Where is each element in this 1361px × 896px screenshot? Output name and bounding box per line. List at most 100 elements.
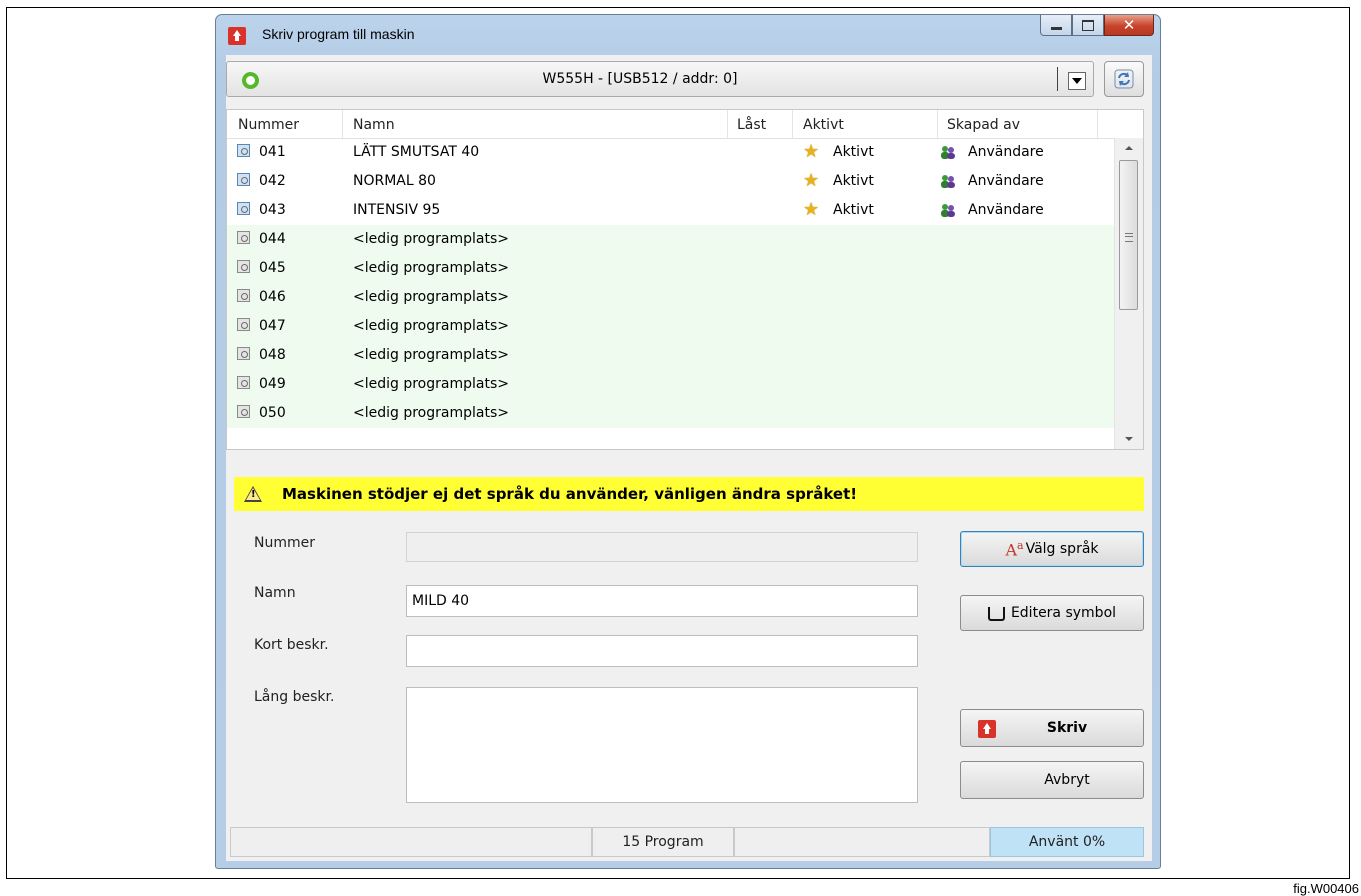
cancel-button[interactable]: Avbryt <box>960 761 1144 799</box>
long-description-label: Lång beskr. <box>254 689 335 705</box>
program-list: Nummer Namn Låst Aktivt Skapad av 041 LÄT… <box>226 109 1144 450</box>
refresh-button[interactable] <box>1104 61 1144 97</box>
write-button[interactable]: Skriv <box>960 709 1144 747</box>
minimize-icon <box>1050 26 1062 30</box>
program-icon <box>237 289 250 302</box>
program-number: 043 <box>259 202 286 218</box>
close-icon: ✕ <box>1122 16 1136 34</box>
window-controls: ✕ <box>1040 15 1154 37</box>
program-name: NORMAL 80 <box>353 173 436 189</box>
star-icon: ★ <box>803 199 820 220</box>
column-header-number[interactable]: Nummer <box>238 117 299 133</box>
status-bar: 15 Program Använt 0% <box>230 827 1144 857</box>
column-header-locked[interactable]: Låst <box>737 117 766 133</box>
figure-label: fig.W00406 <box>1293 881 1359 896</box>
program-number: 049 <box>259 376 286 392</box>
memory-used: Använt 0% <box>990 827 1144 857</box>
program-name: INTENSIV 95 <box>353 202 441 218</box>
chevron-down-icon[interactable] <box>1068 72 1086 90</box>
maximize-button[interactable] <box>1072 15 1104 36</box>
name-field[interactable] <box>406 585 918 617</box>
column-header-active[interactable]: Aktivt <box>803 117 844 133</box>
long-description-field[interactable] <box>406 687 918 803</box>
table-row[interactable]: 043 INTENSIV 95 ★ Aktivt Användare <box>227 196 1115 225</box>
warning-icon <box>244 486 262 502</box>
maximize-icon <box>1082 19 1094 31</box>
edit-symbol-label: Editera symbol <box>1010 605 1117 621</box>
list-scrollbar[interactable] <box>1114 138 1143 449</box>
table-row[interactable]: 049 <ledig programplats> <box>227 370 1115 399</box>
program-active: Aktivt <box>833 173 874 189</box>
program-name: <ledig programplats> <box>353 405 509 421</box>
dialog-content: W555H - [USB512 / addr: 0] Nummer Namn L… <box>226 55 1152 861</box>
program-active: Aktivt <box>833 144 874 160</box>
program-icon <box>237 376 250 389</box>
column-header-created-by[interactable]: Skapad av <box>947 117 1020 133</box>
cancel-label: Avbryt <box>1044 772 1090 788</box>
program-icon <box>237 202 250 215</box>
table-row[interactable]: 044 <ledig programplats> <box>227 225 1115 254</box>
table-row[interactable]: 047 <ledig programplats> <box>227 312 1115 341</box>
program-name: LÄTT SMUTSAT 40 <box>353 144 480 160</box>
write-label: Skriv <box>1046 720 1088 736</box>
program-icon <box>237 318 250 331</box>
close-button[interactable]: ✕ <box>1104 15 1154 36</box>
program-name: <ledig programplats> <box>353 289 509 305</box>
table-row[interactable]: 045 <ledig programplats> <box>227 254 1115 283</box>
program-icon <box>237 144 250 157</box>
scroll-thumb[interactable] <box>1119 160 1138 310</box>
column-divider <box>727 110 728 138</box>
program-created-by: Användare <box>968 202 1044 218</box>
column-divider <box>1097 110 1098 138</box>
machine-select[interactable]: W555H - [USB512 / addr: 0] <box>226 61 1094 97</box>
column-header-name[interactable]: Namn <box>353 117 395 133</box>
program-number: 047 <box>259 318 286 334</box>
scroll-up-icon[interactable] <box>1115 138 1143 158</box>
program-icon <box>237 405 250 418</box>
status-panel-empty <box>230 827 592 857</box>
name-label: Namn <box>254 585 296 601</box>
program-name: <ledig programplats> <box>353 347 509 363</box>
table-row[interactable]: 041 LÄTT SMUTSAT 40 ★ Aktivt Användare <box>227 138 1115 167</box>
star-icon: ★ <box>803 141 820 162</box>
language-warning-banner: Maskinen stödjer ej det språk du använde… <box>234 477 1144 511</box>
column-divider <box>937 110 938 138</box>
choose-language-button[interactable]: Aa Välg språk <box>960 531 1144 567</box>
table-row[interactable]: 050 <ledig programplats> <box>227 399 1115 428</box>
symbol-icon <box>987 607 1005 621</box>
window-title: Skriv program till maskin <box>262 26 415 42</box>
program-icon <box>237 347 250 360</box>
refresh-icon <box>1114 69 1134 89</box>
machine-select-value: W555H - [USB512 / addr: 0] <box>542 71 738 87</box>
program-name: <ledig programplats> <box>353 318 509 334</box>
program-name: <ledig programplats> <box>353 376 509 392</box>
upload-icon <box>978 720 996 738</box>
column-divider <box>342 110 343 138</box>
users-icon <box>941 204 955 217</box>
program-icon <box>237 260 250 273</box>
minimize-button[interactable] <box>1040 15 1072 36</box>
program-number: 041 <box>259 144 286 160</box>
grip-icon <box>1125 233 1133 242</box>
program-number: 044 <box>259 231 286 247</box>
column-divider <box>792 110 793 138</box>
program-created-by: Användare <box>968 173 1044 189</box>
program-number: 045 <box>259 260 286 276</box>
short-description-field[interactable] <box>406 635 918 667</box>
program-name: <ledig programplats> <box>353 260 509 276</box>
dialog-window: Skriv program till maskin ✕ W555H - [USB… <box>215 14 1161 869</box>
table-row[interactable]: 046 <ledig programplats> <box>227 283 1115 312</box>
program-created-by: Användare <box>968 144 1044 160</box>
list-header: Nummer Namn Låst Aktivt Skapad av <box>227 110 1143 139</box>
table-row[interactable]: 042 NORMAL 80 ★ Aktivt Användare <box>227 167 1115 196</box>
title-bar[interactable]: Skriv program till maskin ✕ <box>216 15 1160 55</box>
scroll-down-icon[interactable] <box>1115 429 1143 449</box>
edit-symbol-button[interactable]: Editera symbol <box>960 595 1144 631</box>
list-rows: 041 LÄTT SMUTSAT 40 ★ Aktivt Användare 042 NOR… <box>227 138 1115 428</box>
users-icon <box>941 146 955 159</box>
table-row[interactable]: 048 <ledig programplats> <box>227 341 1115 370</box>
number-label: Nummer <box>254 535 315 551</box>
number-field[interactable] <box>406 532 918 562</box>
users-icon <box>941 175 955 188</box>
program-icon <box>237 231 250 244</box>
